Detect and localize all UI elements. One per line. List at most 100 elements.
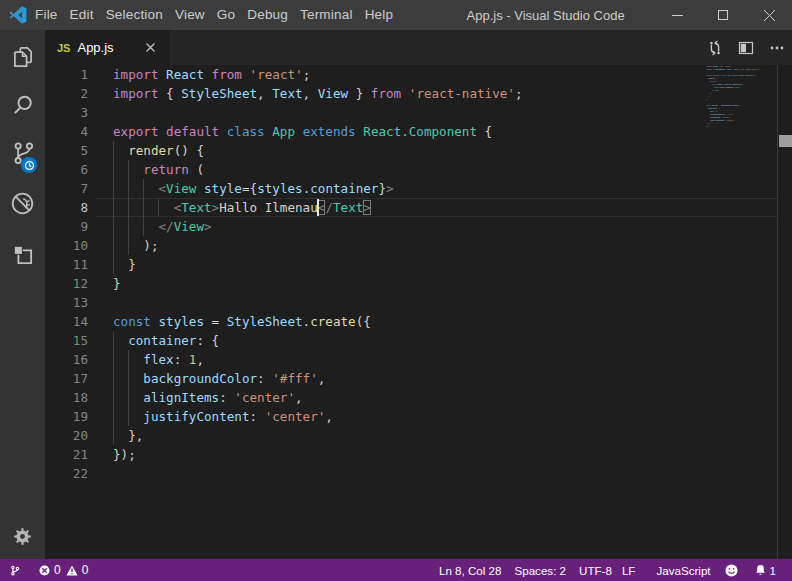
encoding[interactable]: UTF-8 xyxy=(579,564,612,577)
tab-bar: JS App.js xyxy=(45,30,792,65)
code-line[interactable]: 10 ); xyxy=(45,236,777,255)
title-bar: FileEditSelectionViewGoDebugTerminalHelp… xyxy=(0,0,792,30)
line-number: 14 xyxy=(45,312,88,331)
line-number: 19 xyxy=(45,407,88,426)
menu-help[interactable]: Help xyxy=(359,0,400,30)
code-editor[interactable]: 1import React from 'react';2import { Sty… xyxy=(45,65,792,559)
code-line[interactable]: 22 xyxy=(706,128,777,131)
explorer-icon[interactable] xyxy=(0,33,45,81)
overview-ruler-marker xyxy=(779,135,792,147)
window-title: App.js - Visual Studio Code xyxy=(399,8,654,23)
code-line[interactable]: 17 backgroundColor: '#fff', xyxy=(45,369,777,388)
notification-count: 1 xyxy=(770,564,776,577)
menu-terminal[interactable]: Terminal xyxy=(294,0,359,30)
line-number: 5 xyxy=(45,141,88,160)
code-line[interactable]: 13 xyxy=(45,293,777,312)
code-line[interactable]: 20 }, xyxy=(45,426,777,445)
code-line[interactable]: 22 xyxy=(45,464,777,483)
menu-selection[interactable]: Selection xyxy=(100,0,169,30)
code-lines: 1import React from 'react';2import { Sty… xyxy=(45,65,777,483)
minimap[interactable]: 1import React from 'react';2import { Sty… xyxy=(706,65,777,205)
indentation[interactable]: Spaces: 2 xyxy=(514,564,566,577)
language-mode[interactable]: JavaScript xyxy=(656,564,710,577)
code-line[interactable]: 5 render() { xyxy=(45,141,777,160)
editor-actions xyxy=(697,30,792,65)
code-line[interactable]: 18 alignItems: 'center', xyxy=(45,388,777,407)
window-controls xyxy=(654,0,792,30)
code-line[interactable]: 9 </View> xyxy=(45,217,777,236)
code-line[interactable]: 6 return ( xyxy=(45,160,777,179)
code-line[interactable]: 1import React from 'react'; xyxy=(45,65,777,84)
javascript-file-icon: JS xyxy=(57,42,70,54)
git-branch-icon[interactable] xyxy=(10,564,20,577)
code-line[interactable]: 11 } xyxy=(45,255,777,274)
menu-debug[interactable]: Debug xyxy=(241,0,294,30)
activity-bar xyxy=(0,30,45,559)
vscode-window: FileEditSelectionViewGoDebugTerminalHelp… xyxy=(0,0,792,581)
code-line[interactable]: 21}); xyxy=(45,445,777,464)
text-cursor xyxy=(317,199,319,216)
settings-gear-icon[interactable] xyxy=(0,513,45,559)
line-number: 3 xyxy=(45,103,88,122)
source-control-icon[interactable] xyxy=(0,129,45,177)
menu-bar: FileEditSelectionViewGoDebugTerminalHelp xyxy=(29,0,399,30)
tab-close-icon[interactable] xyxy=(140,38,160,58)
line-number: 1 xyxy=(45,65,88,84)
eol-sequence[interactable]: LF xyxy=(622,564,636,577)
code-line[interactable]: 19 justifyContent: 'center', xyxy=(45,407,777,426)
menu-file[interactable]: File xyxy=(29,0,64,30)
code-line[interactable]: 14const styles = StyleSheet.create({ xyxy=(45,312,777,331)
errors-icon xyxy=(39,565,50,576)
line-number: 15 xyxy=(45,331,88,350)
sync-clock-badge xyxy=(21,157,37,173)
line-number: 6 xyxy=(45,160,88,179)
menu-edit[interactable]: Edit xyxy=(64,0,100,30)
error-count: 0 xyxy=(54,563,61,577)
extensions-icon[interactable] xyxy=(0,229,45,281)
line-number: 8 xyxy=(45,198,88,217)
cursor-position[interactable]: Ln 8, Col 28 xyxy=(439,564,502,577)
code-line[interactable]: 16 flex: 1, xyxy=(45,350,777,369)
line-number: 12 xyxy=(45,274,88,293)
menu-view[interactable]: View xyxy=(169,0,211,30)
code-line[interactable]: 12} xyxy=(45,274,777,293)
line-number: 17 xyxy=(45,369,88,388)
line-number: 21 xyxy=(45,445,88,464)
minimap-divider xyxy=(777,65,778,559)
synchronize-changes-icon[interactable] xyxy=(702,30,728,65)
line-number: 13 xyxy=(45,293,88,312)
feedback-smiley-icon[interactable] xyxy=(725,564,738,577)
line-number: 20 xyxy=(45,426,88,445)
debug-disabled-icon[interactable] xyxy=(0,177,45,229)
line-number: 4 xyxy=(45,122,88,141)
code-line[interactable]: 8 <Text>Hallo Ilmenau</Text> xyxy=(45,198,777,217)
vscode-logo xyxy=(9,6,27,24)
problems-indicator[interactable]: 0 0 xyxy=(39,563,93,577)
line-number: 16 xyxy=(45,350,88,369)
line-number: 10 xyxy=(45,236,88,255)
line-number: 11 xyxy=(45,255,88,274)
line-number: 9 xyxy=(45,217,88,236)
tab-label: App.js xyxy=(77,40,140,55)
line-number: 22 xyxy=(45,464,88,483)
warnings-icon xyxy=(66,565,78,576)
search-icon[interactable] xyxy=(0,81,45,129)
code-line[interactable]: 2import { StyleSheet, Text, View } from … xyxy=(45,84,777,103)
more-actions-icon[interactable] xyxy=(764,30,790,65)
code-line[interactable]: 15 container: { xyxy=(45,331,777,350)
code-line[interactable]: 7 <View style={styles.container}> xyxy=(45,179,777,198)
split-editor-icon[interactable] xyxy=(733,30,759,65)
maximize-icon[interactable] xyxy=(700,0,746,30)
menu-go[interactable]: Go xyxy=(211,0,241,30)
code-line[interactable]: 4export default class App extends React.… xyxy=(45,122,777,141)
line-number: 18 xyxy=(45,388,88,407)
status-bar: 0 0 Ln 8, Col 28 Spaces: 2 UTF-8 LF Java… xyxy=(0,559,792,581)
notifications-bell[interactable]: 1 xyxy=(755,564,776,577)
line-number: 7 xyxy=(45,179,88,198)
warning-count: 0 xyxy=(82,563,89,577)
close-icon[interactable] xyxy=(746,0,792,30)
minimize-icon[interactable] xyxy=(654,0,700,30)
line-number: 2 xyxy=(45,84,88,103)
tab-appjs[interactable]: JS App.js xyxy=(45,30,170,65)
code-line[interactable]: 3 xyxy=(45,103,777,122)
